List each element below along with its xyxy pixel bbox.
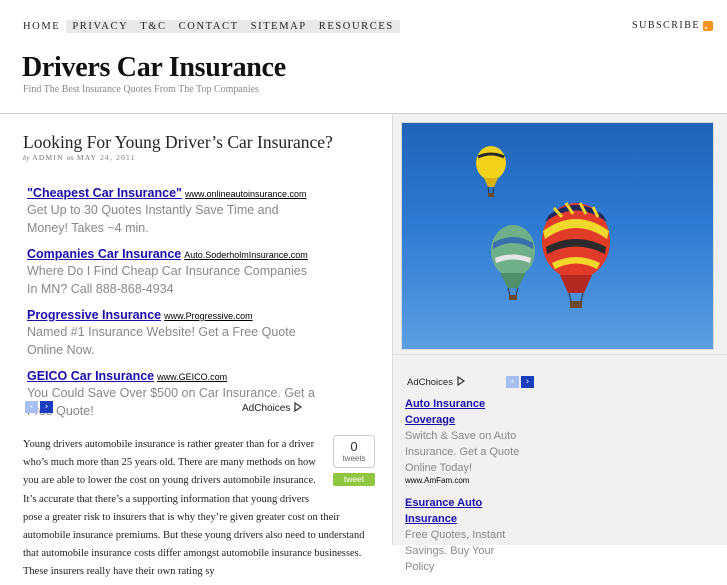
ad-unit: Progressive Insurance www.Progressive.com…: [27, 306, 317, 359]
tweet-button[interactable]: tweet: [333, 473, 375, 486]
next-arrow-icon[interactable]: ›: [521, 376, 534, 388]
post-author[interactable]: ADMIN: [32, 153, 63, 162]
adchoices-icon: [294, 401, 303, 413]
balloons-photo: [401, 122, 714, 350]
ad-headline[interactable]: "Cheapest Car Insurance": [27, 186, 182, 200]
post-date: MAY 24, 2011: [76, 153, 136, 162]
sidebar-ad-unit: Auto Insurance Coverage Switch & Save on…: [405, 396, 525, 485]
ad-block: "Cheapest Car Insurance" www.onlineautoin…: [27, 184, 317, 428]
ad-url[interactable]: www.GEICO.com: [157, 372, 227, 382]
subscribe-link[interactable]: SUBSCRIBE: [632, 20, 713, 31]
nav-sitemap[interactable]: SITEMAP: [244, 20, 313, 33]
ad-unit: "Cheapest Car Insurance" www.onlineautoin…: [27, 184, 317, 237]
adchoices-icon: [456, 375, 465, 387]
ad-description: Where Do I Find Cheap Car Insurance Comp…: [27, 264, 307, 296]
sidebar-ad-headline[interactable]: Auto Insurance Coverage: [405, 396, 525, 428]
tweet-count: 0: [350, 439, 358, 454]
adchoices-label: AdChoices: [242, 403, 291, 414]
balloons-image: [476, 146, 610, 308]
sidebar-ad-headline[interactable]: Esurance Auto Insurance: [405, 495, 525, 527]
sidebar-ad-url[interactable]: www.AmFam.com: [405, 476, 525, 485]
ad-url[interactable]: www.Progressive.com: [164, 311, 253, 321]
ad-description: Get Up to 30 Quotes Instantly Save Time …: [27, 203, 279, 235]
ad-pager: ‹ ›: [25, 401, 53, 413]
post-title[interactable]: Looking For Young Driver’s Car Insurance…: [23, 132, 333, 153]
main-content: Looking For Young Driver’s Car Insurance…: [0, 114, 392, 577]
ad-url[interactable]: Auto.SoderholmInsurance.com: [184, 250, 308, 260]
nav-resources[interactable]: RESOURCES: [312, 20, 400, 33]
ad-url[interactable]: www.onlineautoinsurance.com: [185, 189, 307, 199]
ad-unit: Companies Car Insurance Auto.SoderholmIns…: [27, 245, 317, 298]
nav-contact[interactable]: CONTACT: [172, 20, 245, 33]
site-tagline: Find The Best Insurance Quotes From The …: [23, 84, 259, 95]
sidebar-adchoices-label: AdChoices: [407, 377, 453, 388]
site-title[interactable]: Drivers Car Insurance: [22, 52, 286, 84]
sidebar-ad-unit: Esurance Auto Insurance Free Quotes, Ins…: [405, 495, 525, 575]
sidebar-ad-description: Switch & Save on Auto Insurance. Get a Q…: [405, 430, 520, 474]
prev-arrow-icon[interactable]: ‹: [25, 401, 38, 413]
rss-icon: [703, 20, 713, 31]
tweet-count-label: tweets: [342, 454, 366, 463]
sidebar-ad-description: Free Quotes, Instant Savings. Buy Your P…: [405, 529, 506, 573]
ad-headline[interactable]: Progressive Insurance: [27, 308, 161, 322]
ad-headline[interactable]: GEICO Car Insurance: [27, 369, 154, 383]
prev-arrow-icon[interactable]: ‹: [506, 376, 519, 388]
ad-description: Named #1 Insurance Website! Get a Free Q…: [27, 325, 296, 357]
post-body: Young drivers automobile insurance is ra…: [23, 436, 375, 582]
meta-by: by: [23, 154, 30, 162]
top-navigation: HOME PRIVACY T&C CONTACT SITEMAP RESOURC…: [0, 0, 727, 50]
sidebar-adchoices-link[interactable]: AdChoices: [407, 375, 466, 388]
meta-on: on: [66, 154, 74, 162]
sidebar-ad-block: Auto Insurance Coverage Switch & Save on…: [405, 396, 525, 585]
nav-tc[interactable]: T&C: [134, 20, 173, 33]
nav-menu: HOME PRIVACY T&C CONTACT SITEMAP RESOURC…: [23, 20, 400, 33]
sidebar: AdChoices ‹ › Auto Insurance Coverage Sw…: [392, 114, 727, 573]
post-meta: by ADMIN on MAY 24, 2011: [23, 153, 136, 162]
subscribe-label: SUBSCRIBE: [632, 20, 700, 31]
nav-privacy[interactable]: PRIVACY: [66, 20, 135, 33]
adchoices-link[interactable]: AdChoices: [242, 401, 303, 414]
sidebar-divider: [393, 354, 727, 355]
ad-headline[interactable]: Companies Car Insurance: [27, 247, 181, 261]
tweet-counter: 0 tweets: [333, 435, 375, 468]
nav-home[interactable]: HOME: [23, 20, 66, 33]
sidebar-ad-pager: ‹ ›: [506, 376, 534, 388]
next-arrow-icon[interactable]: ›: [40, 401, 53, 413]
